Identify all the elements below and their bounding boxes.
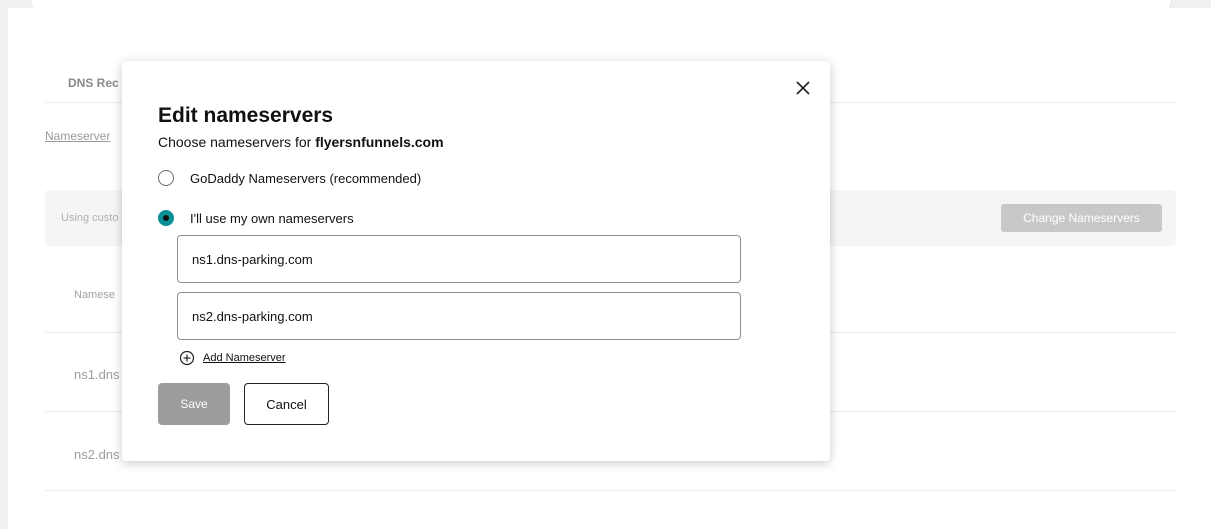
edit-nameservers-modal: Edit nameservers Choose nameservers for …: [122, 61, 830, 461]
option-godaddy-nameservers[interactable]: GoDaddy Nameservers (recommended): [158, 170, 421, 186]
subtitle-prefix: Choose nameservers for: [158, 134, 316, 150]
nameserver-column-header: Namese: [74, 289, 115, 301]
add-nameserver-link[interactable]: Add Nameserver: [179, 350, 286, 366]
table-row: ns1.dns: [74, 367, 120, 382]
plus-circle-icon: [179, 350, 195, 366]
radio-godaddy[interactable]: [158, 170, 174, 186]
radio-own[interactable]: [158, 210, 174, 226]
close-icon: [796, 81, 810, 95]
modal-subtitle: Choose nameservers for flyersnfunnels.co…: [158, 134, 444, 150]
nameservers-link[interactable]: Nameserver: [45, 129, 110, 143]
banner-text: Using custo: [61, 212, 119, 224]
table-row: ns2.dns: [74, 447, 120, 462]
close-button[interactable]: [792, 77, 814, 99]
nameserver-input-2[interactable]: [177, 292, 741, 340]
domain-name: flyersnfunnels.com: [315, 134, 444, 150]
option-label: I'll use my own nameservers: [190, 210, 354, 226]
save-button[interactable]: Save: [158, 383, 230, 425]
add-nameserver-label: Add Nameserver: [203, 352, 286, 364]
divider: [45, 490, 1176, 491]
tab-dns-records[interactable]: DNS Rec: [68, 76, 119, 90]
modal-title: Edit nameservers: [158, 104, 334, 127]
change-nameservers-button[interactable]: Change Nameservers: [1001, 204, 1162, 232]
option-label: GoDaddy Nameservers (recommended): [190, 170, 422, 186]
cancel-button[interactable]: Cancel: [244, 383, 329, 425]
nameserver-input-1[interactable]: [177, 235, 741, 283]
option-own-nameservers[interactable]: I'll use my own nameservers: [158, 210, 354, 226]
